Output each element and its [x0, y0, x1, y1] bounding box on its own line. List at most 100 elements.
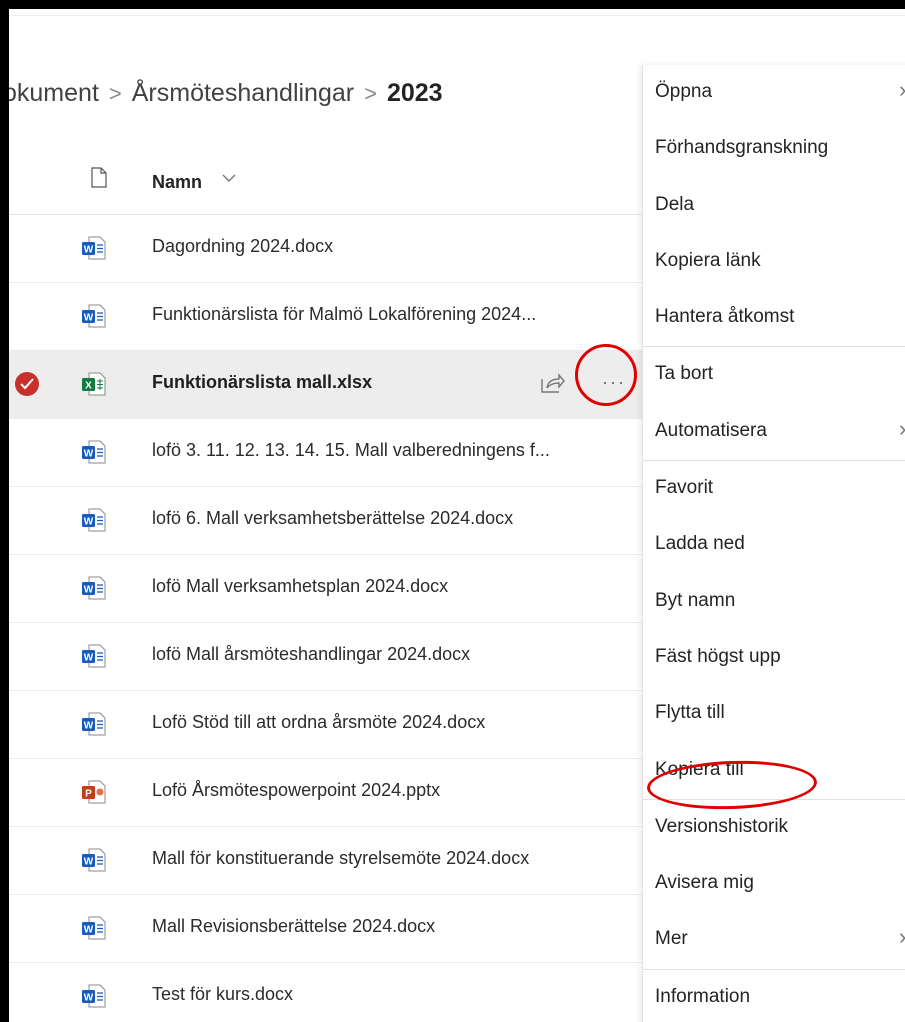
file-name[interactable]: Lofö Årsmötespowerpoint 2024.pptx [152, 780, 440, 801]
word-file-icon: W [81, 304, 107, 328]
excel-file-icon: X [81, 372, 107, 396]
word-file-icon: W [81, 440, 107, 464]
menu-item-label: Avisera mig [655, 872, 754, 894]
chevron-down-icon[interactable] [222, 170, 236, 187]
word-file-icon: W [81, 984, 107, 1008]
menu-item-label: Dela [655, 193, 695, 215]
menu-item-label: Automatisera [655, 419, 767, 441]
word-file-icon: W [81, 916, 107, 940]
column-header-name[interactable]: Namn [152, 172, 202, 193]
file-name[interactable]: Funktionärslista för Malmö Lokalförening… [152, 304, 536, 325]
table-row[interactable]: X Funktionärslista mall.xlsx ··· [9, 351, 645, 419]
menu-item-avisera-mig[interactable]: Avisera mig [643, 856, 905, 912]
file-name[interactable]: lofö Mall årsmöteshandlingar 2024.docx [152, 644, 470, 665]
menu-item-label: Hantera åtkomst [655, 306, 795, 328]
svg-text:W: W [84, 449, 94, 460]
checkmark-icon[interactable] [15, 372, 39, 396]
menu-item-mer[interactable]: Mer › [643, 912, 905, 968]
sharepoint-window: okument > Årsmöteshandlingar >2023 Namn W Da… [9, 9, 905, 1022]
file-name[interactable]: Test för kurs.docx [152, 984, 293, 1005]
svg-text:W: W [84, 721, 94, 732]
menu-item-label: Favorit [655, 477, 714, 499]
menu-item-label: Kopiera länk [655, 249, 761, 271]
menu-item-öppna[interactable]: Öppna › [643, 65, 905, 121]
menu-item-förhandsgranskning[interactable]: Förhandsgranskning [643, 121, 905, 177]
menu-item-label: Fäst högst upp [655, 645, 781, 667]
table-row[interactable]: Wlofö Mall årsmöteshandlingar 2024.docx [9, 623, 645, 691]
breadcrumb: okument > Årsmöteshandlingar >2023 [9, 79, 443, 108]
menu-item-label: Flytta till [655, 702, 725, 724]
word-file-icon: W [81, 576, 107, 600]
breadcrumb-separator-icon: > [364, 81, 377, 106]
file-list: Namn W Dagordning 2024.docx W Funktionärsli… [9, 154, 645, 1022]
word-file-icon: W [81, 712, 107, 736]
menu-item-ta-bort[interactable]: Ta bort [643, 347, 905, 403]
table-row[interactable]: W Dagordning 2024.docx [9, 215, 645, 283]
more-options-button[interactable]: ··· [591, 362, 637, 408]
breadcrumb-item-dokument[interactable]: okument [9, 79, 99, 107]
file-name[interactable]: Mall Revisionsberättelse 2024.docx [152, 916, 435, 937]
breadcrumb-current: 2023 [386, 79, 443, 107]
file-name[interactable]: lofö Mall verksamhetsplan 2024.docx [152, 576, 448, 597]
menu-item-fäst-högst-upp[interactable]: Fäst högst upp [643, 630, 905, 686]
menu-item-label: Byt namn [655, 589, 736, 611]
menu-item-versionshistorik[interactable]: Versionshistorik [643, 800, 905, 856]
menu-item-label: Öppna [655, 81, 713, 102]
menu-item-kopiera-länk[interactable]: Kopiera länk [643, 234, 905, 290]
svg-text:W: W [84, 517, 94, 528]
menu-item-label: Ta bort [655, 363, 714, 385]
context-menu: Öppna › Förhandsgranskning Dela Kopiera länk… [642, 65, 905, 1022]
word-file-icon: W [81, 644, 107, 668]
powerpoint-file-icon: P [81, 780, 107, 804]
menu-item-information[interactable]: Information [643, 970, 905, 1022]
menu-item-flytta-till[interactable]: Flytta till [643, 686, 905, 742]
menu-item-label: Kopiera till [655, 758, 744, 780]
menu-item-label: Mer [655, 928, 688, 950]
table-row[interactable]: Wlofö 6. Mall verksamhetsberättelse 2024… [9, 487, 645, 555]
table-row[interactable]: Wlofö 3. 11. 12. 13. 14. 15. Mall valber… [9, 419, 645, 487]
svg-text:X: X [85, 381, 92, 392]
menu-item-label: Information [655, 985, 751, 1007]
word-file-icon: W [81, 508, 107, 532]
file-name[interactable]: lofö 3. 11. 12. 13. 14. 15. Mall valbere… [152, 440, 550, 461]
menu-item-kopiera-till[interactable]: Kopiera till [643, 743, 905, 799]
word-file-icon: W [81, 848, 107, 872]
table-row[interactable]: W Mall Revisionsberättelse 2024.docx [9, 895, 645, 963]
chevron-right-icon: › [899, 416, 905, 442]
svg-text:P: P [85, 789, 92, 800]
chevron-right-icon: › [899, 924, 905, 950]
file-name[interactable]: Mall för konstituerande styrelsemöte 202… [152, 848, 529, 869]
list-header: Namn [9, 154, 645, 215]
word-file-icon: W [81, 236, 107, 260]
menu-item-favorit[interactable]: Favorit [643, 461, 905, 517]
file-name[interactable]: Funktionärslista mall.xlsx [152, 372, 372, 393]
table-row[interactable]: W Lofö Stöd till att ordna årsmöte 2024.d… [9, 691, 645, 759]
table-row[interactable]: W Mall för konstituerande styrelsemöte 20… [9, 827, 645, 895]
document-type-icon[interactable] [91, 167, 107, 188]
breadcrumb-separator-icon: > [108, 81, 122, 106]
menu-item-hantera-åtkomst[interactable]: Hantera åtkomst [643, 290, 905, 346]
breadcrumb-item-arsmoteshandlingar[interactable]: Årsmöteshandlingar [132, 79, 354, 107]
table-row[interactable]: W Test för kurs.docx [9, 963, 645, 1022]
svg-text:W: W [84, 925, 94, 936]
table-row[interactable]: W Funktionärslista för Malmö Lokalförenin… [9, 283, 645, 351]
svg-text:W: W [84, 857, 94, 868]
menu-item-automatisera[interactable]: Automatisera › [643, 404, 905, 460]
file-name[interactable]: Lofö Stöd till att ordna årsmöte 2024.do… [152, 712, 485, 733]
table-row[interactable]: P Lofö Årsmötespowerpoint 2024.pptx [9, 759, 645, 827]
file-name[interactable]: lofö 6. Mall verksamhetsberättelse 2024.… [152, 508, 513, 529]
menu-item-ladda-ned[interactable]: Ladda ned [643, 517, 905, 573]
table-row[interactable]: Wlofö Mall verksamhetsplan 2024.docx [9, 555, 645, 623]
menu-item-dela[interactable]: Dela [643, 178, 905, 234]
svg-text:W: W [84, 993, 94, 1004]
top-bar [9, 9, 905, 16]
share-icon[interactable] [539, 371, 565, 395]
svg-text:W: W [84, 653, 94, 664]
svg-text:W: W [84, 585, 94, 596]
svg-text:W: W [84, 313, 94, 324]
menu-item-label: Ladda ned [655, 533, 745, 555]
menu-item-label: Förhandsgranskning [655, 137, 829, 159]
file-name[interactable]: Dagordning 2024.docx [152, 236, 333, 257]
menu-item-byt-namn[interactable]: Byt namn [643, 574, 905, 630]
svg-text:W: W [84, 245, 94, 256]
